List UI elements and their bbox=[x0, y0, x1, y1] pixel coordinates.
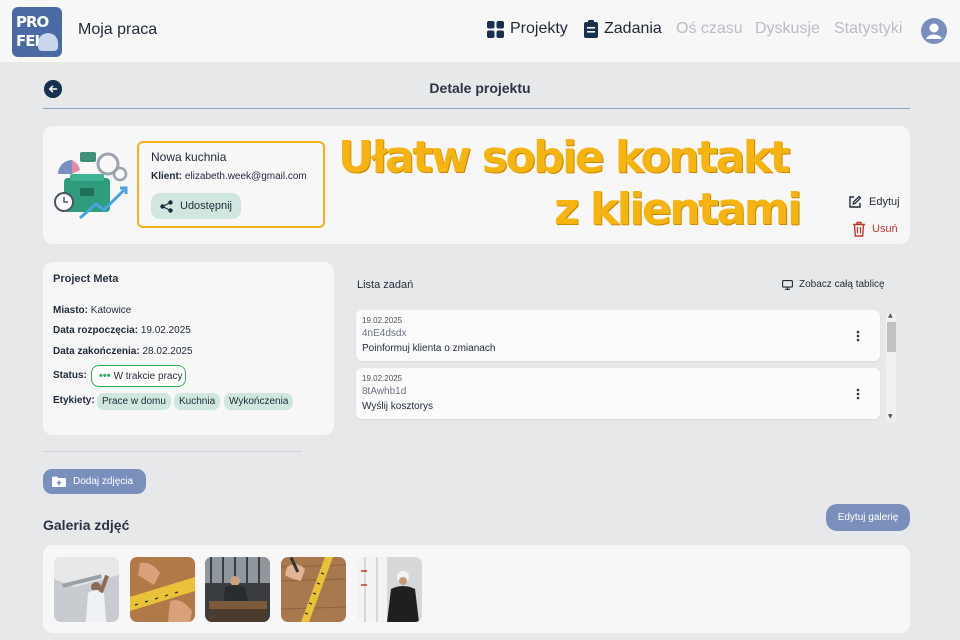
meta-title: Project Meta bbox=[53, 273, 119, 285]
nav-item-dyskusje[interactable]: Dyskusje bbox=[755, 20, 820, 38]
logo-hat-icon bbox=[38, 33, 58, 51]
tag-chip[interactable]: Prace w domu bbox=[97, 393, 171, 410]
page-title: Detale projektu bbox=[429, 80, 531, 96]
task-code: 4nE4dsdx bbox=[362, 328, 407, 339]
nav-label-projekty: Projekty bbox=[510, 20, 568, 37]
meta-end-value: 28.02.2025 bbox=[142, 346, 193, 357]
share-icon bbox=[160, 199, 173, 213]
app-title: Moja praca bbox=[78, 21, 158, 38]
share-button[interactable]: Udostępnij bbox=[151, 193, 241, 219]
logo-text-top: PRO bbox=[16, 13, 49, 31]
tag-chip[interactable]: Wykończenia bbox=[224, 393, 294, 410]
grid-icon bbox=[487, 20, 504, 38]
photo-workshop[interactable] bbox=[205, 557, 270, 622]
trash-icon bbox=[853, 221, 865, 237]
view-board-link[interactable]: Zobacz całą tablicę bbox=[782, 279, 885, 290]
header-divider bbox=[43, 108, 910, 109]
meta-tags-label: Etykiety: bbox=[53, 395, 95, 406]
user-avatar-icon[interactable] bbox=[921, 18, 947, 44]
meta-start-value: 19.02.2025 bbox=[140, 325, 191, 336]
tag-chip[interactable]: Kuchnia bbox=[174, 393, 221, 410]
photo-ceiling-worker[interactable] bbox=[54, 557, 119, 622]
promo-headline-line2: z klientami bbox=[554, 184, 802, 235]
add-photos-label: Dodaj zdjęcia bbox=[73, 476, 134, 487]
gallery-title: Galeria zdjęć bbox=[43, 517, 130, 533]
meta-city-label: Miasto: bbox=[53, 305, 88, 316]
photo-tape-on-wood[interactable] bbox=[281, 557, 346, 622]
promo-headline-line1: Ułatw sobie kontakt bbox=[338, 132, 791, 183]
task-description: Wyślij kosztorys bbox=[362, 401, 434, 412]
photo-window-installer[interactable] bbox=[357, 557, 422, 622]
edit-label: Edytuj bbox=[869, 196, 900, 208]
client-info: Klient: elizabeth.week@gmail.com bbox=[151, 171, 307, 182]
kebab-menu-icon[interactable] bbox=[856, 388, 860, 400]
meta-end-row: Data zakończenia: 28.02.2025 bbox=[53, 346, 193, 357]
meta-start-label: Data rozpoczęcia: bbox=[53, 325, 139, 336]
nav-item-statystyki[interactable]: Statystyki bbox=[834, 20, 902, 38]
scroll-down-arrow-icon[interactable]: ▼ bbox=[888, 413, 893, 420]
task-item[interactable]: 19.02.2025 4nE4dsdx Poinformuj klienta o… bbox=[356, 310, 880, 361]
meta-city-value: Katowice bbox=[90, 305, 132, 316]
task-description: Poinformuj klienta o zmianach bbox=[362, 343, 496, 354]
status-value: W trakcie pracy bbox=[113, 370, 183, 382]
task-item[interactable]: 19.02.2025 8tAwhb1d Wyślij kosztorys bbox=[356, 368, 880, 419]
tasks-title: Lista zadań bbox=[357, 279, 414, 291]
task-list-scrollbar-thumb[interactable] bbox=[887, 322, 896, 352]
section-divider bbox=[43, 451, 302, 452]
project-illustration bbox=[54, 152, 128, 220]
nav-item-projekty[interactable]: Projekty bbox=[487, 20, 568, 38]
clipboard-icon bbox=[584, 20, 598, 38]
add-photos-button[interactable]: Dodaj zdjęcia bbox=[43, 469, 146, 494]
meta-end-label: Data zakończenia: bbox=[53, 346, 140, 357]
task-date: 19.02.2025 bbox=[362, 316, 403, 325]
delete-label: Usuń bbox=[872, 223, 898, 235]
scroll-up-arrow-icon[interactable]: ▲ bbox=[888, 312, 893, 319]
meta-status-row: Status: bbox=[53, 370, 87, 381]
meta-start-row: Data rozpoczęcia: 19.02.2025 bbox=[53, 325, 191, 336]
meta-tags-row: Etykiety: bbox=[53, 395, 95, 406]
monitor-icon bbox=[782, 279, 793, 290]
photo-measuring-tape[interactable] bbox=[130, 557, 195, 622]
nav-label-zadania: Zadania bbox=[604, 20, 662, 37]
edit-gallery-button[interactable]: Edytuj galerię bbox=[826, 504, 910, 531]
edit-icon bbox=[849, 195, 862, 208]
task-date: 19.02.2025 bbox=[362, 374, 403, 383]
project-name: Nowa kuchnia bbox=[151, 150, 227, 164]
top-navigation-bar: PRO FELI Moja praca Projekty Zadania Oś … bbox=[0, 0, 960, 62]
nav-item-os-czasu[interactable]: Oś czasu bbox=[676, 20, 743, 38]
client-label: Klient: bbox=[151, 171, 183, 182]
client-email[interactable]: elizabeth.week@gmail.com bbox=[185, 171, 307, 182]
meta-status-label: Status: bbox=[53, 370, 87, 381]
kebab-menu-icon[interactable] bbox=[856, 330, 860, 342]
status-badge[interactable]: ••• W trakcie pracy bbox=[91, 365, 186, 387]
delete-project-button[interactable]: Usuń bbox=[852, 221, 898, 237]
share-label: Udostępnij bbox=[180, 200, 232, 212]
status-dots-icon: ••• bbox=[99, 370, 111, 382]
folder-plus-icon bbox=[52, 476, 66, 487]
task-code: 8tAwhb1d bbox=[362, 386, 407, 397]
nav-item-zadania[interactable]: Zadania bbox=[584, 20, 662, 38]
meta-city-row: Miasto: Katowice bbox=[53, 305, 131, 316]
app-logo[interactable]: PRO FELI bbox=[12, 7, 62, 57]
view-board-label: Zobacz całą tablicę bbox=[799, 279, 885, 290]
edit-project-button[interactable]: Edytuj bbox=[848, 195, 900, 209]
